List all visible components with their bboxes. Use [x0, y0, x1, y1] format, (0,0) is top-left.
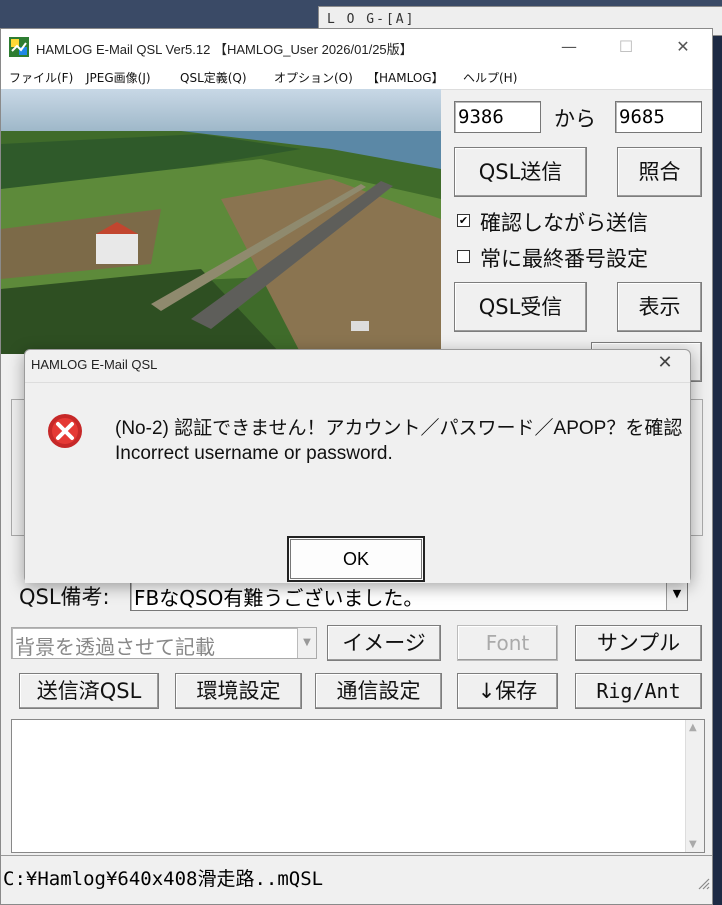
font-button[interactable]: Font: [457, 625, 558, 661]
background-mode-arrow[interactable]: ▼: [297, 628, 316, 658]
dialog-title: HAMLOG E-Mail QSL: [31, 357, 158, 372]
background-mode-value: 背景を透過させて記載: [15, 635, 215, 659]
ok-button[interactable]: OK: [287, 536, 425, 582]
qsl-receive-button[interactable]: QSL受信: [454, 282, 587, 332]
sample-button[interactable]: サンプル: [575, 625, 702, 661]
log-textarea[interactable]: ▲ ▼: [11, 719, 705, 853]
menu-hamlog[interactable]: 【HAMLOG】: [367, 69, 444, 86]
qsl-note-label: QSL備考:: [19, 585, 110, 609]
last-number-label: 常に最終番号設定: [480, 247, 648, 271]
menu-help[interactable]: ヘルプ(H): [463, 69, 517, 86]
hyouji-button[interactable]: 表示: [617, 282, 702, 332]
scroll-up-icon[interactable]: ▲: [689, 722, 697, 733]
app-icon: [9, 37, 29, 57]
dialog-body: (No-2) 認証できません！アカウント／パスワード／APOP？を確認 Inco…: [25, 382, 690, 583]
error-icon: [48, 414, 82, 448]
menu-bar: ファイル(F) JPEG画像(J) QSL定義(Q) オプション(O) 【HAM…: [1, 65, 712, 90]
dialog-close-button[interactable]: ✕: [650, 352, 680, 373]
status-path: C:¥Hamlog¥640x408滑走路..mQSL: [3, 868, 324, 890]
shougou-button[interactable]: 照合: [617, 147, 702, 197]
log-window-title: L O G-[A]: [327, 12, 416, 27]
confirm-send-label: 確認しながら送信: [480, 211, 648, 235]
qsl-note-value: FBなQSO有難うございました。: [134, 586, 424, 610]
image-button[interactable]: イメージ: [327, 625, 441, 661]
kara-label: から: [554, 107, 596, 131]
rig-ant-button[interactable]: Rig/Ant: [575, 673, 702, 709]
scroll-down-icon[interactable]: ▼: [689, 839, 697, 850]
error-dialog: HAMLOG E-Mail QSL ✕ (No-2) 認証できません！アカウント…: [24, 349, 691, 583]
range-to-input[interactable]: 9685: [615, 101, 702, 133]
menu-options[interactable]: オプション(O): [274, 69, 353, 86]
menu-qsl-def[interactable]: QSL定義(Q): [180, 69, 247, 86]
qsl-send-button[interactable]: QSL送信: [454, 147, 587, 197]
sent-qsl-button[interactable]: 送信済QSL: [19, 673, 159, 709]
background-mode-select[interactable]: 背景を透過させて記載 ▼: [11, 627, 317, 659]
resize-grip-icon[interactable]: [696, 876, 710, 890]
env-settings-button[interactable]: 環境設定: [175, 673, 302, 709]
close-button[interactable]: ✕: [655, 29, 711, 65]
title-bar[interactable]: HAMLOG E-Mail QSL Ver5.12 【HAMLOG_User 2…: [1, 29, 712, 65]
confirm-send-checkbox[interactable]: ✔: [457, 214, 470, 227]
vertical-scrollbar[interactable]: ▲ ▼: [685, 720, 704, 852]
save-button[interactable]: ↓保存: [457, 673, 558, 709]
status-bar: C:¥Hamlog¥640x408滑走路..mQSL: [1, 855, 712, 892]
window-title: HAMLOG E-Mail QSL Ver5.12 【HAMLOG_User 2…: [36, 42, 413, 57]
menu-file[interactable]: ファイル(F): [9, 69, 73, 86]
minimize-button[interactable]: —: [541, 29, 597, 65]
dialog-message-line2: Incorrect username or password.: [115, 443, 393, 464]
comm-settings-button[interactable]: 通信設定: [315, 673, 442, 709]
desktop-background: [713, 34, 722, 905]
range-from-input[interactable]: 9386: [454, 101, 541, 133]
menu-jpeg[interactable]: JPEG画像(J): [86, 69, 151, 86]
maximize-button[interactable]: ☐: [598, 29, 654, 65]
dialog-message-line1: (No-2) 認証できません！アカウント／パスワード／APOP？を確認: [115, 418, 683, 439]
qsl-card-image: [1, 89, 441, 354]
last-number-checkbox[interactable]: [457, 250, 470, 263]
